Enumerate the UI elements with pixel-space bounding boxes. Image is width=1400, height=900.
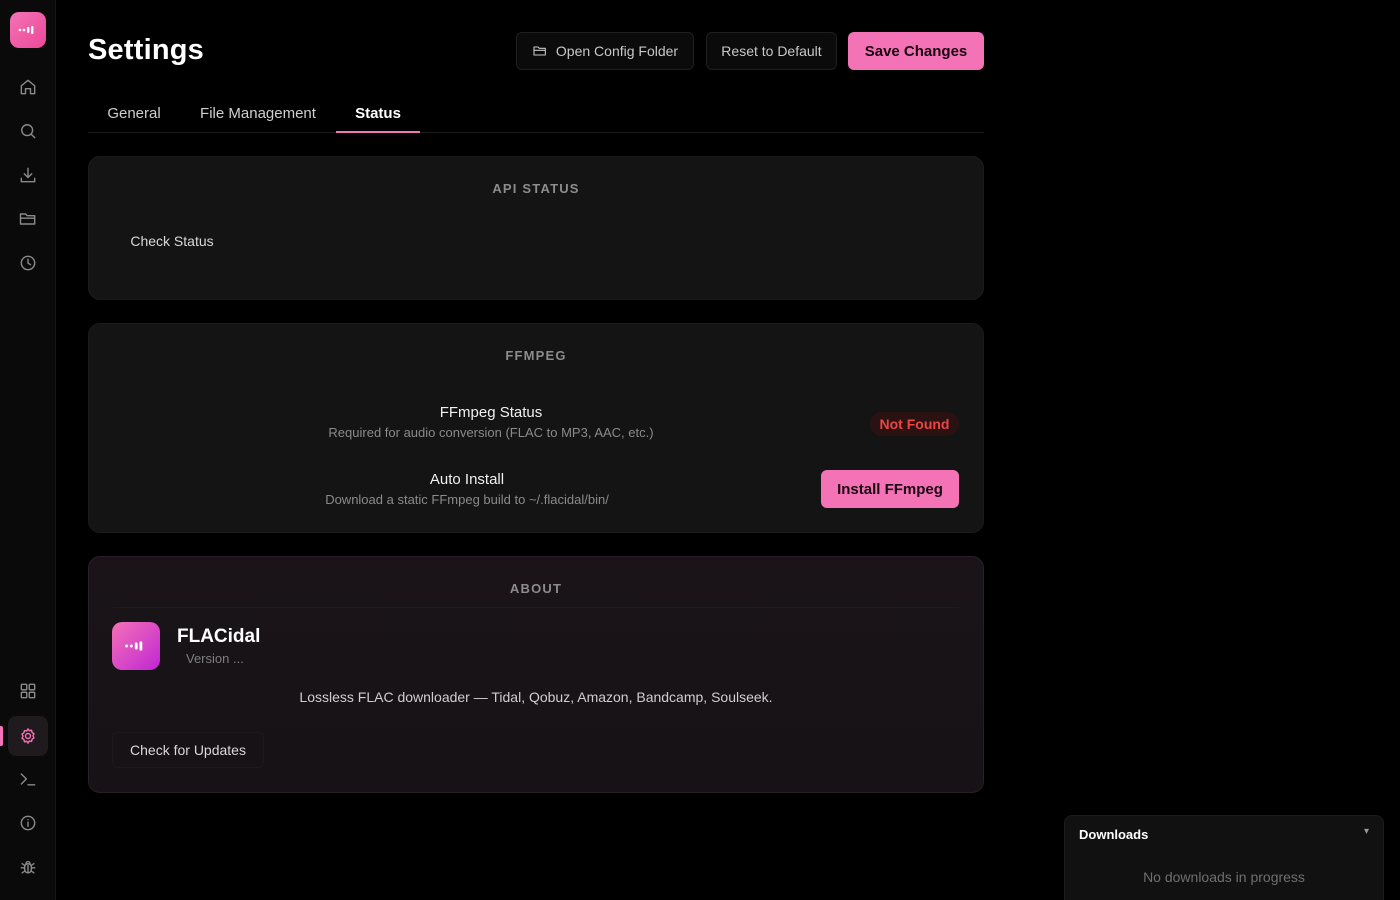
sidebar-item-terminal[interactable] bbox=[8, 759, 48, 799]
sidebar-item-home[interactable] bbox=[8, 67, 48, 107]
sidebar-item-debug[interactable] bbox=[8, 847, 48, 887]
clock-icon bbox=[20, 255, 36, 271]
about-divider bbox=[113, 607, 959, 608]
app-logo-icon[interactable] bbox=[10, 12, 46, 48]
gear-icon bbox=[21, 728, 35, 744]
sidebar-item-search[interactable] bbox=[8, 111, 48, 151]
search-icon bbox=[21, 124, 36, 139]
sidebar-item-settings[interactable] bbox=[8, 716, 48, 756]
download-icon bbox=[20, 167, 36, 183]
about-heading: ABOUT bbox=[509, 581, 563, 596]
auto-install-description: Download a static FFmpeg build to ~/.fla… bbox=[325, 492, 609, 507]
about-app-logo-icon bbox=[112, 622, 160, 670]
api-status-card: API STATUS Check Status bbox=[88, 156, 984, 300]
tab-status[interactable]: Status bbox=[336, 100, 420, 133]
check-status-button[interactable]: Check Status bbox=[113, 225, 231, 257]
downloads-title: Downloads bbox=[1079, 827, 1149, 842]
sidebar-item-folder[interactable] bbox=[8, 199, 48, 239]
auto-install-title: Auto Install bbox=[429, 471, 505, 488]
folder-open-icon bbox=[533, 46, 546, 56]
ffmpeg-status-title: FFmpeg Status bbox=[439, 404, 543, 421]
sidebar-item-history[interactable] bbox=[8, 243, 48, 283]
page-title: Settings bbox=[88, 34, 204, 66]
ffmpeg-status-description: Required for audio conversion (FLAC to M… bbox=[328, 425, 654, 440]
tab-general[interactable]: General bbox=[88, 100, 180, 133]
ffmpeg-status-badge: Not Found bbox=[870, 412, 959, 436]
check-for-updates-button[interactable]: Check for Updates bbox=[112, 732, 264, 768]
terminal-icon bbox=[20, 773, 36, 786]
sidebar-item-apps[interactable] bbox=[8, 671, 48, 711]
downloads-panel: Downloads ▾ No downloads in progress bbox=[1064, 815, 1384, 900]
ffmpeg-heading: FFMPEG bbox=[505, 348, 567, 363]
bug-icon bbox=[20, 860, 36, 874]
open-config-folder-label: Open Config Folder bbox=[555, 43, 679, 59]
about-version: Version ... bbox=[186, 651, 244, 666]
reset-to-default-label: Reset to Default bbox=[721, 43, 822, 59]
install-ffmpeg-button[interactable]: Install FFmpeg bbox=[821, 470, 959, 508]
info-icon bbox=[20, 815, 36, 831]
open-config-folder-button[interactable]: Open Config Folder bbox=[516, 32, 694, 70]
downloads-empty-text: No downloads in progress bbox=[1143, 869, 1305, 885]
chevron-down-icon[interactable]: ▾ bbox=[1364, 826, 1369, 837]
tab-file-management[interactable]: File Management bbox=[192, 100, 324, 133]
sidebar-item-about[interactable] bbox=[8, 803, 48, 843]
reset-to-default-button[interactable]: Reset to Default bbox=[706, 32, 837, 70]
grid-icon bbox=[20, 683, 36, 699]
sidebar-active-indicator bbox=[0, 726, 3, 746]
home-icon bbox=[20, 79, 36, 95]
sidebar-item-download[interactable] bbox=[8, 155, 48, 195]
sidebar bbox=[0, 0, 56, 900]
about-app-name: FLACidal bbox=[177, 626, 261, 647]
settings-tabs: General File Management Status bbox=[88, 100, 984, 133]
save-changes-button[interactable]: Save Changes bbox=[848, 32, 984, 70]
folder-icon bbox=[19, 213, 36, 225]
about-description: Lossless FLAC downloader — Tidal, Qobuz,… bbox=[299, 689, 773, 705]
api-status-heading: API STATUS bbox=[492, 181, 580, 196]
